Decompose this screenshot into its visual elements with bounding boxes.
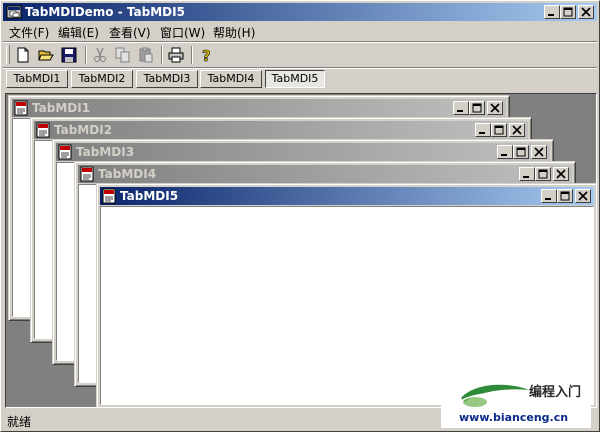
child-maximize-button[interactable] (557, 189, 573, 203)
child-minimize-button[interactable] (453, 101, 469, 115)
tab-tabmdi1[interactable]: TabMDI1 (6, 70, 68, 88)
document-icon (102, 188, 116, 204)
new-button[interactable] (12, 45, 34, 65)
copy-icon (115, 47, 130, 63)
tab-tabmdi5[interactable]: TabMDI5 (265, 70, 325, 88)
copy-button[interactable] (112, 45, 134, 65)
main-title-bar[interactable]: TabMDIDemo - TabMDI5 (3, 3, 597, 21)
save-icon (61, 47, 77, 63)
document-icon (58, 144, 72, 160)
minimize-icon (548, 14, 554, 16)
document-icon (36, 122, 50, 138)
minimize-icon (523, 176, 529, 178)
open-icon (38, 50, 54, 61)
child-maximize-button[interactable] (491, 123, 507, 137)
child-title-bar-2[interactable]: TabMDI2 (34, 121, 528, 139)
child-client-5[interactable] (100, 206, 594, 405)
tab-tabmdi2[interactable]: TabMDI2 (71, 70, 133, 88)
svg-text:?: ? (202, 47, 211, 63)
cut-icon (94, 47, 106, 62)
child-minimize-button[interactable] (519, 167, 535, 181)
maximize-icon (472, 103, 482, 113)
paste-button[interactable] (135, 45, 157, 65)
close-icon (490, 103, 500, 113)
mdi-client-area[interactable]: TabMDI1 TabMDI2 TabMDI3 TabMDI4 TabMDI5 (5, 93, 597, 408)
child-close-button[interactable] (575, 189, 591, 203)
maximize-icon (494, 125, 504, 135)
print-button[interactable] (165, 45, 187, 65)
watermark-url: www.bianceng.cn (459, 411, 569, 424)
help-button[interactable]: ? (195, 45, 217, 65)
toolbar-separator-2 (161, 46, 163, 64)
child-title-2: TabMDI2 (54, 123, 113, 137)
document-icon (14, 100, 28, 116)
help-icon: ? (202, 47, 211, 63)
open-button[interactable] (35, 45, 57, 65)
child-minimize-button[interactable] (475, 123, 491, 137)
menu-edit[interactable]: 编辑(E) (58, 24, 99, 41)
menu-view[interactable]: 查看(V) (109, 24, 151, 41)
child-title-bar-1[interactable]: TabMDI1 (12, 99, 506, 117)
close-icon (556, 169, 566, 179)
close-icon (534, 147, 544, 157)
child-minimize-button[interactable] (497, 145, 513, 159)
child-title-bar-5[interactable]: TabMDI5 (100, 187, 594, 205)
cut-button[interactable] (89, 45, 111, 65)
close-icon (512, 125, 522, 135)
child-close-button[interactable] (509, 123, 525, 137)
child-title-bar-3[interactable]: TabMDI3 (56, 143, 550, 161)
minimize-icon (501, 154, 507, 156)
child-title-5: TabMDI5 (120, 189, 179, 203)
child-close-button[interactable] (553, 167, 569, 181)
menu-help[interactable]: 帮助(H) (213, 24, 255, 41)
toolbar-grip[interactable] (6, 45, 10, 64)
child-title-1: TabMDI1 (32, 101, 91, 115)
toolbar: ? (3, 43, 597, 67)
maximize-icon (538, 169, 548, 179)
maximize-icon (563, 7, 573, 17)
minimize-icon (457, 110, 463, 112)
mdi-child-window-5[interactable]: TabMDI5 (96, 183, 596, 407)
save-button[interactable] (58, 45, 80, 65)
child-minimize-button[interactable] (541, 189, 557, 203)
maximize-icon (516, 147, 526, 157)
child-maximize-button[interactable] (535, 167, 551, 181)
child-title-bar-4[interactable]: TabMDI4 (78, 165, 572, 183)
toolbar-separator-1 (85, 46, 87, 64)
window-title: TabMDIDemo - TabMDI5 (25, 5, 185, 19)
menu-window[interactable]: 窗口(W) (160, 24, 205, 41)
close-icon (581, 7, 591, 17)
child-title-4: TabMDI4 (98, 167, 157, 181)
app-icon[interactable] (6, 4, 22, 20)
leaf-logo-icon (461, 384, 529, 407)
watermark: 编程入门 www.bianceng.cn (441, 378, 591, 428)
status-text: 就绪 (7, 415, 32, 429)
menu-file[interactable]: 文件(F) (9, 24, 49, 41)
watermark-name: 编程入门 (529, 385, 582, 400)
minimize-icon (479, 132, 485, 134)
minimize-icon (545, 198, 551, 200)
maximize-button[interactable] (560, 5, 576, 19)
paste-icon (139, 47, 153, 63)
child-title-3: TabMDI3 (76, 145, 135, 159)
minimize-button[interactable] (544, 5, 560, 19)
tab-tabmdi3[interactable]: TabMDI3 (136, 70, 198, 88)
menu-bar: 文件(F) 编辑(E) 查看(V) 窗口(W) 帮助(H) (3, 22, 597, 41)
close-icon (578, 191, 588, 201)
mdi-tab-bar: TabMDI1 TabMDI2 TabMDI3 TabMDI4 TabMDI5 (3, 68, 597, 92)
child-close-button[interactable] (487, 101, 503, 115)
new-icon (17, 47, 29, 63)
maximize-icon (560, 191, 570, 201)
child-maximize-button[interactable] (469, 101, 485, 115)
close-button[interactable] (578, 5, 594, 19)
application-window: TabMDIDemo - TabMDI5 文件(F) 编辑(E) 查看(V) 窗… (0, 0, 600, 432)
toolbar-separator-3 (191, 46, 193, 64)
tab-tabmdi4[interactable]: TabMDI4 (200, 70, 262, 88)
print-icon (168, 47, 184, 63)
child-maximize-button[interactable] (513, 145, 529, 159)
child-close-button[interactable] (531, 145, 547, 159)
document-icon (80, 166, 94, 182)
